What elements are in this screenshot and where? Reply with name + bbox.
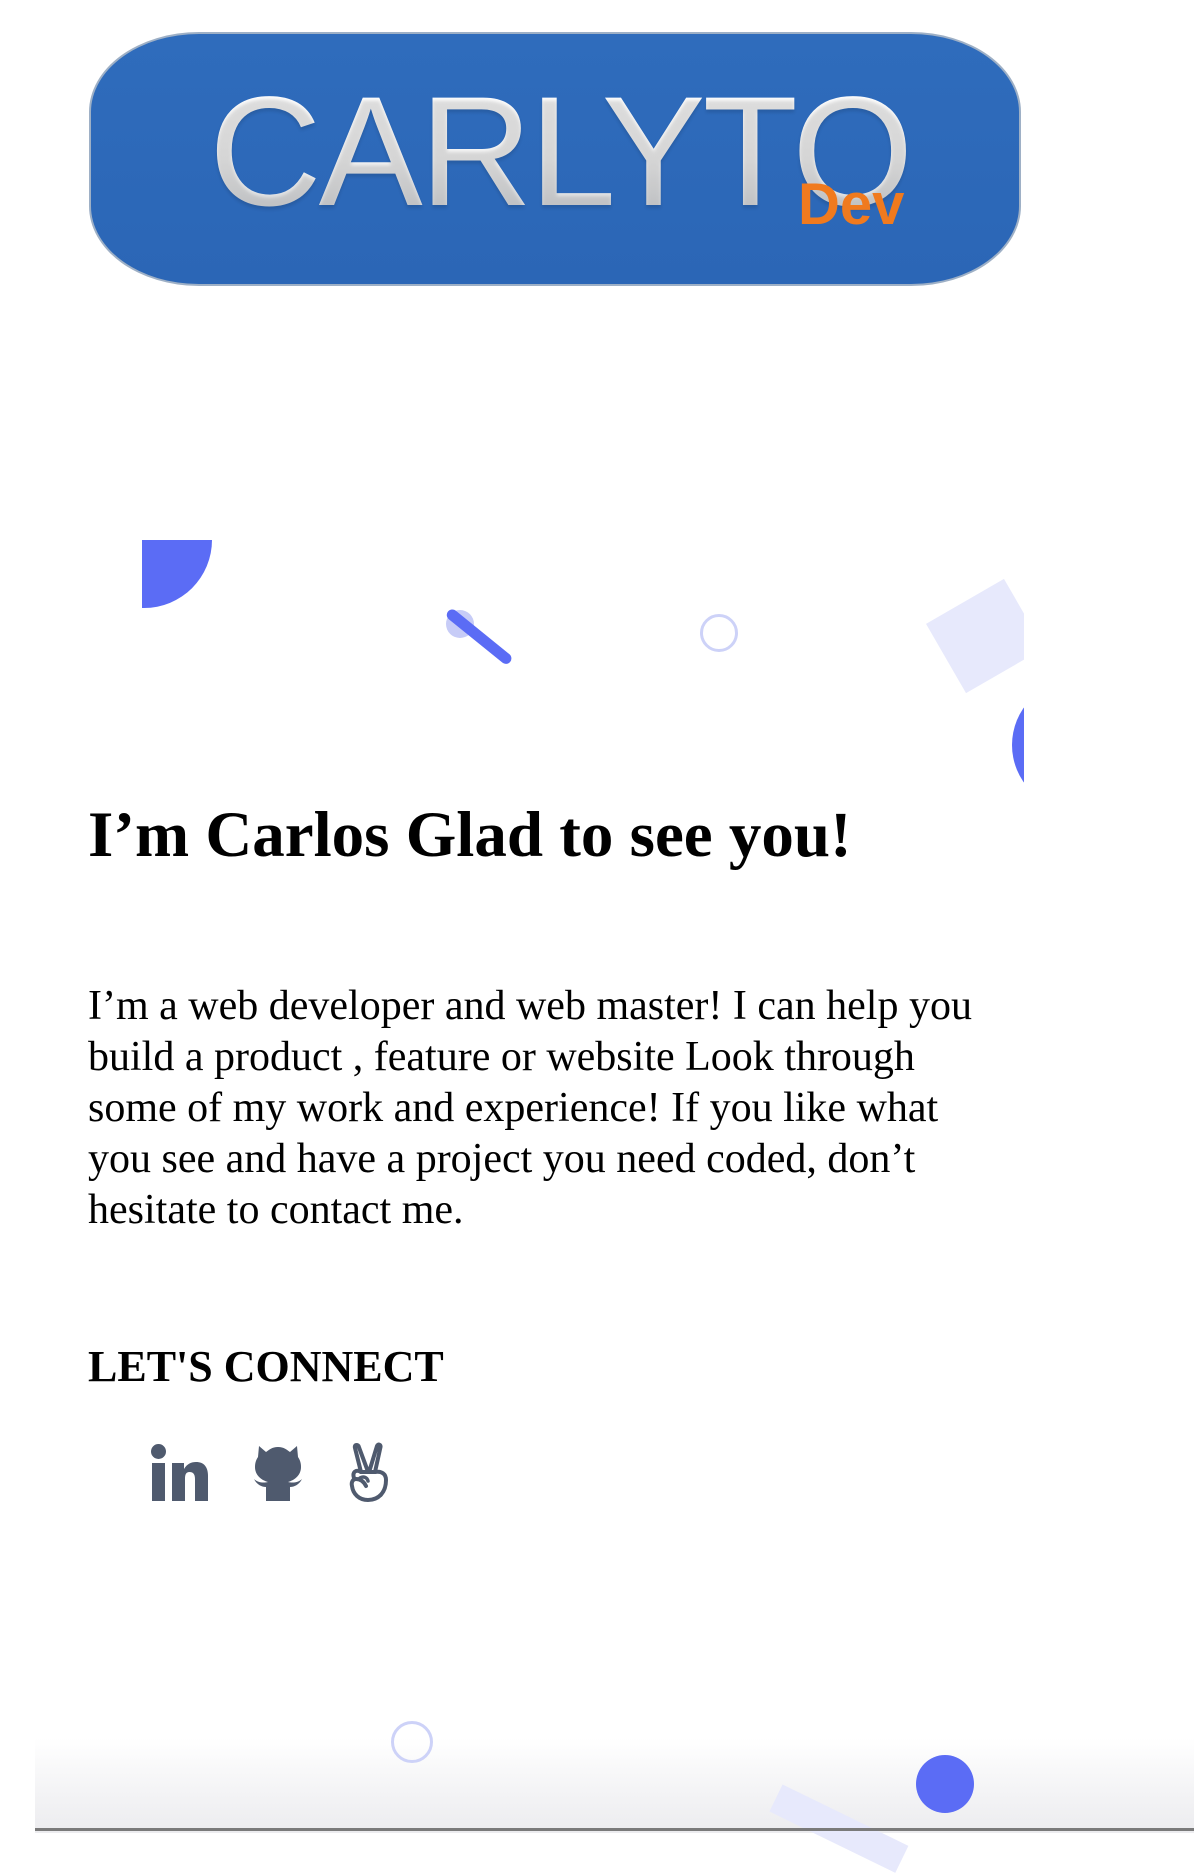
logo-banner[interactable]: CARLYTO Dev bbox=[89, 32, 1021, 286]
angellist-link[interactable] bbox=[346, 1442, 392, 1504]
social-links bbox=[150, 1440, 432, 1506]
divider bbox=[35, 1828, 1194, 1831]
linkedin-link[interactable] bbox=[150, 1443, 210, 1503]
linkedin-icon bbox=[150, 1443, 210, 1503]
decorative-ring bbox=[391, 1721, 433, 1763]
page-title: I’m Carlos Glad to see you! bbox=[88, 799, 852, 871]
decorative-half-disc bbox=[142, 540, 212, 608]
github-icon bbox=[250, 1443, 306, 1503]
right-mask bbox=[1024, 520, 1194, 920]
github-link[interactable] bbox=[250, 1443, 306, 1503]
bottom-section bbox=[35, 1738, 1194, 1833]
intro-paragraph: I’m a web developer and web master! I ca… bbox=[88, 983, 972, 1233]
logo-suffix: Dev bbox=[798, 172, 905, 237]
decorative-ring bbox=[700, 614, 738, 652]
decorative-dot bbox=[916, 1755, 974, 1813]
angellist-icon bbox=[346, 1442, 392, 1504]
connect-heading: LET'S CONNECT bbox=[88, 1342, 444, 1391]
